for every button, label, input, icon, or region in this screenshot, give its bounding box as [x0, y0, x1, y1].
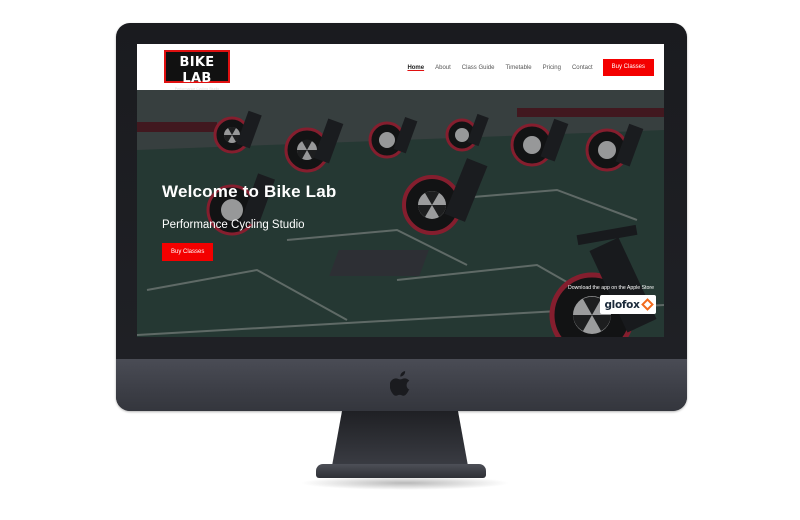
hero-dark-overlay: [137, 90, 664, 337]
nav-timetable[interactable]: Timetable: [505, 64, 531, 72]
monitor-stand-base: [316, 464, 486, 478]
stand-shadow: [300, 476, 510, 490]
website-screen: BIKE LAB Performance Cycling Studio Home…: [137, 44, 664, 337]
glofox-diamond-icon: [640, 298, 654, 311]
glofox-app-badge[interactable]: glofox: [600, 295, 656, 314]
hero-subtitle: Performance Cycling Studio: [162, 219, 305, 231]
bike-lab-logo[interactable]: BIKE LAB Performance Cycling Studio: [164, 50, 230, 91]
hero-buy-classes-button[interactable]: Buy Classes: [162, 243, 214, 261]
nav-contact[interactable]: Contact: [572, 64, 593, 72]
app-download-text: Download the app on the Apple Store: [568, 285, 654, 291]
nav-buy-classes-button[interactable]: Buy Classes: [602, 59, 654, 76]
glofox-label: glofox: [604, 298, 640, 311]
site-header: BIKE LAB Performance Cycling Studio Home…: [137, 44, 664, 91]
main-nav: Home About Class Guide Timetable Pricing…: [396, 59, 654, 76]
hero-section: Welcome to Bike Lab Performance Cycling …: [137, 90, 664, 337]
apple-icon: [390, 371, 410, 396]
nav-home[interactable]: Home: [407, 64, 424, 72]
hero-title: Welcome to Bike Lab: [162, 182, 337, 201]
monitor-stand: [332, 411, 468, 466]
logo-title: BIKE LAB: [179, 55, 215, 86]
monitor-chin: [116, 359, 687, 411]
nav-pricing[interactable]: Pricing: [543, 64, 561, 72]
nav-class-guide[interactable]: Class Guide: [462, 64, 495, 72]
nav-about[interactable]: About: [435, 64, 451, 72]
